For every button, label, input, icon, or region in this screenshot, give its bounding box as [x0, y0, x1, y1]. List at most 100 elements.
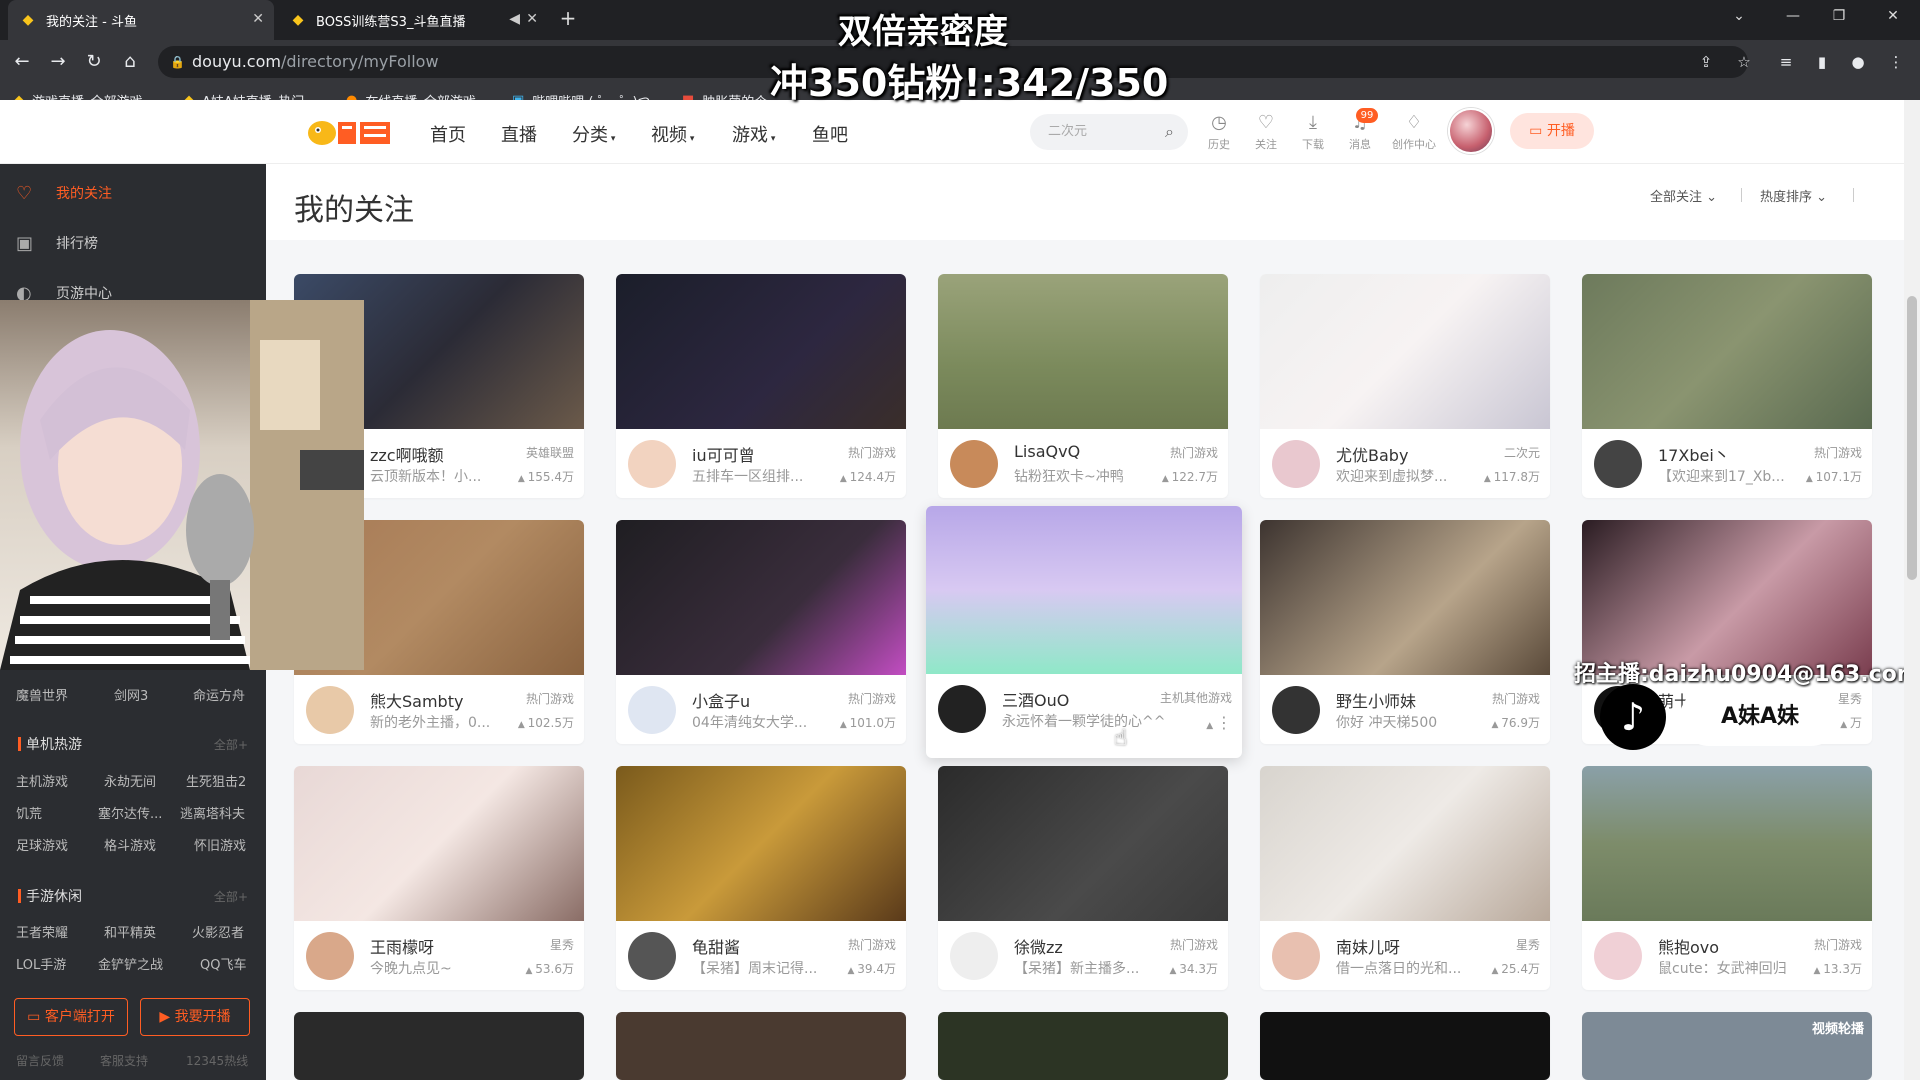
stream-card[interactable] — [294, 1012, 584, 1080]
streamer-name[interactable]: zzc啊哦额 — [370, 442, 444, 466]
stream-card[interactable]: 徐微zz 热门游戏【呆猪】新主播多... 34.3万 — [938, 766, 1228, 990]
filter-all-follow[interactable]: 全部关注 ⌄ — [1650, 186, 1717, 205]
creator-center-button[interactable]: ♢ 创作中心 — [1389, 112, 1439, 152]
douyu-logo[interactable] — [306, 116, 394, 150]
stream-category[interactable]: 热门游戏 — [526, 690, 574, 707]
stream-category[interactable]: 热门游戏 — [848, 690, 896, 707]
stream-category[interactable]: 二次元 — [1504, 444, 1540, 461]
profile-icon[interactable]: ● — [1848, 52, 1868, 72]
streamer-name[interactable]: 17Xbei丶 — [1658, 442, 1730, 466]
reload-icon[interactable]: ↻ — [80, 48, 108, 76]
scrollbar[interactable] — [1904, 100, 1920, 1080]
game-link[interactable]: QQ飞车 — [200, 954, 246, 973]
streamer-name[interactable]: 南妹儿呀 — [1336, 934, 1400, 958]
streamer-name[interactable]: iu可可曾 — [692, 442, 755, 466]
stream-thumbnail[interactable] — [938, 274, 1228, 429]
mute-icon[interactable]: ◀ — [509, 11, 520, 27]
sidepanel-icon[interactable]: ▮ — [1812, 52, 1832, 72]
nav-video[interactable]: 视频 ▾ — [651, 121, 694, 147]
stream-category[interactable]: 热门游戏 — [1170, 444, 1218, 461]
streamer-name[interactable]: 尤优Baby — [1336, 442, 1408, 466]
stream-card[interactable]: 王雨檬呀 星秀今晚九点见~ 53.6万 — [294, 766, 584, 990]
game-link[interactable]: LOL手游 — [16, 954, 66, 973]
game-link[interactable]: 命运方舟 — [193, 685, 245, 704]
game-link[interactable]: 火影忍者 — [192, 922, 244, 941]
stream-card[interactable]: 南妹儿呀 星秀借一点落日的光和... 25.4万 — [1260, 766, 1550, 990]
stream-card[interactable] — [616, 1012, 906, 1080]
start-live-button[interactable]: ▶ 我要开播 — [140, 998, 250, 1036]
stream-category[interactable]: 星秀 — [550, 936, 574, 953]
stream-thumbnail[interactable] — [1582, 520, 1872, 675]
sort-by-hot[interactable]: 热度排序 ⌄ — [1760, 186, 1827, 205]
feedback-link[interactable]: 留言反馈 — [16, 1052, 64, 1069]
game-link[interactable]: 王者荣耀 — [16, 922, 68, 941]
stream-card[interactable]: 三酒OuO 主机其他游戏永远怀着一颗学徒的心^^ ⋮ — [926, 506, 1242, 758]
section-more-link[interactable]: 全部+ — [214, 736, 248, 753]
streamer-avatar[interactable] — [628, 440, 676, 488]
streamer-avatar[interactable] — [1594, 440, 1642, 488]
stream-thumbnail[interactable] — [616, 766, 906, 921]
stream-category[interactable]: 热门游戏 — [1814, 936, 1862, 953]
download-button[interactable]: ⤓ 下载 — [1293, 112, 1333, 152]
back-icon[interactable]: ← — [8, 48, 36, 76]
stream-thumbnail[interactable] — [938, 766, 1228, 921]
stream-category[interactable]: 热门游戏 — [1814, 444, 1862, 461]
game-link[interactable]: 剑网3 — [114, 685, 148, 704]
close-tab-icon[interactable]: ✕ — [526, 11, 538, 27]
streamer-avatar[interactable] — [1272, 440, 1320, 488]
stream-category[interactable]: 热门游戏 — [1492, 690, 1540, 707]
stream-thumbnail[interactable] — [616, 1012, 906, 1080]
streamer-name[interactable]: 王雨檬呀 — [370, 934, 434, 958]
home-icon[interactable]: ⌂ — [116, 48, 144, 76]
nav-fishbar[interactable]: 鱼吧 — [812, 121, 848, 147]
game-link[interactable]: 生死狙击2 — [186, 771, 246, 790]
stream-category[interactable]: 热门游戏 — [848, 444, 896, 461]
stream-card[interactable]: 小盒子u 热门游戏 04年清纯女大学... 101.0万 — [616, 520, 906, 744]
streamer-avatar[interactable] — [950, 932, 998, 980]
search-icon[interactable]: ⌕ — [1165, 114, 1174, 150]
streamer-name[interactable]: LisaQvQ — [1014, 442, 1080, 461]
streamer-avatar[interactable] — [938, 685, 986, 733]
client-open-button[interactable]: ▭ 客户端打开 — [14, 998, 128, 1036]
tab-my-follow[interactable]: ◆ 我的关注 - 斗鱼 ✕ — [8, 0, 274, 40]
streamer-avatar[interactable] — [1272, 932, 1320, 980]
game-link[interactable]: 饥荒 — [16, 803, 42, 822]
stream-card[interactable] — [938, 1012, 1228, 1080]
nav-live[interactable]: 直播 — [501, 121, 537, 147]
game-link[interactable]: 永劫无间 — [104, 771, 156, 790]
restore-button[interactable]: ❐ — [1816, 0, 1862, 40]
sidebar-item-my-follow[interactable]: ♡ 我的关注 — [0, 170, 266, 218]
streamer-avatar[interactable] — [1272, 686, 1320, 734]
menu-icon[interactable]: ⋮ — [1886, 52, 1906, 72]
sidebar-item-ranking[interactable]: ▣ 排行榜 — [0, 220, 266, 268]
game-link[interactable]: 主机游戏 — [16, 771, 68, 790]
game-link[interactable]: 塞尔达传... — [98, 803, 162, 822]
tab-search-icon[interactable]: ⌄ — [1716, 0, 1762, 40]
stream-thumbnail[interactable] — [1582, 766, 1872, 921]
streamer-avatar[interactable] — [628, 686, 676, 734]
stream-thumbnail[interactable] — [926, 506, 1242, 674]
streamer-name[interactable]: 三酒OuO — [1002, 687, 1069, 711]
game-link[interactable]: 逃离塔科夫 — [180, 803, 245, 822]
stream-card[interactable]: 熊抱ovo 热门游戏鼠cute：女武神回归 13.3万 — [1582, 766, 1872, 990]
streamer-avatar[interactable] — [306, 686, 354, 734]
streamer-avatar[interactable] — [306, 932, 354, 980]
nav-home[interactable]: 首页 — [430, 121, 466, 147]
history-button[interactable]: ◷ 历史 — [1199, 112, 1239, 152]
streamer-name[interactable]: 小盒子u — [692, 688, 750, 712]
streamer-avatar[interactable] — [628, 932, 676, 980]
stream-thumbnail[interactable] — [1260, 766, 1550, 921]
stream-card[interactable]: LisaQvQ 热门游戏钻粉狂欢卡~冲鸭 122.7万 — [938, 274, 1228, 498]
search-input[interactable]: 二次元 ⌕ — [1030, 114, 1188, 150]
stream-card[interactable]: iu可可曾 热门游戏五排车一区组排... 124.4万 — [616, 274, 906, 498]
user-avatar[interactable] — [1448, 108, 1494, 154]
stream-category[interactable]: 热门游戏 — [848, 936, 896, 953]
stream-thumbnail[interactable] — [294, 766, 584, 921]
game-link[interactable]: 和平精英 — [104, 922, 156, 941]
stream-card[interactable]: 17Xbei丶 热门游戏【欢迎来到17_Xb... 107.1万 — [1582, 274, 1872, 498]
stream-card[interactable] — [1260, 1012, 1550, 1080]
close-window-button[interactable]: ✕ — [1870, 0, 1916, 40]
stream-thumbnail[interactable] — [1260, 274, 1550, 429]
game-link[interactable]: 格斗游戏 — [104, 835, 156, 854]
streamer-avatar[interactable] — [950, 440, 998, 488]
